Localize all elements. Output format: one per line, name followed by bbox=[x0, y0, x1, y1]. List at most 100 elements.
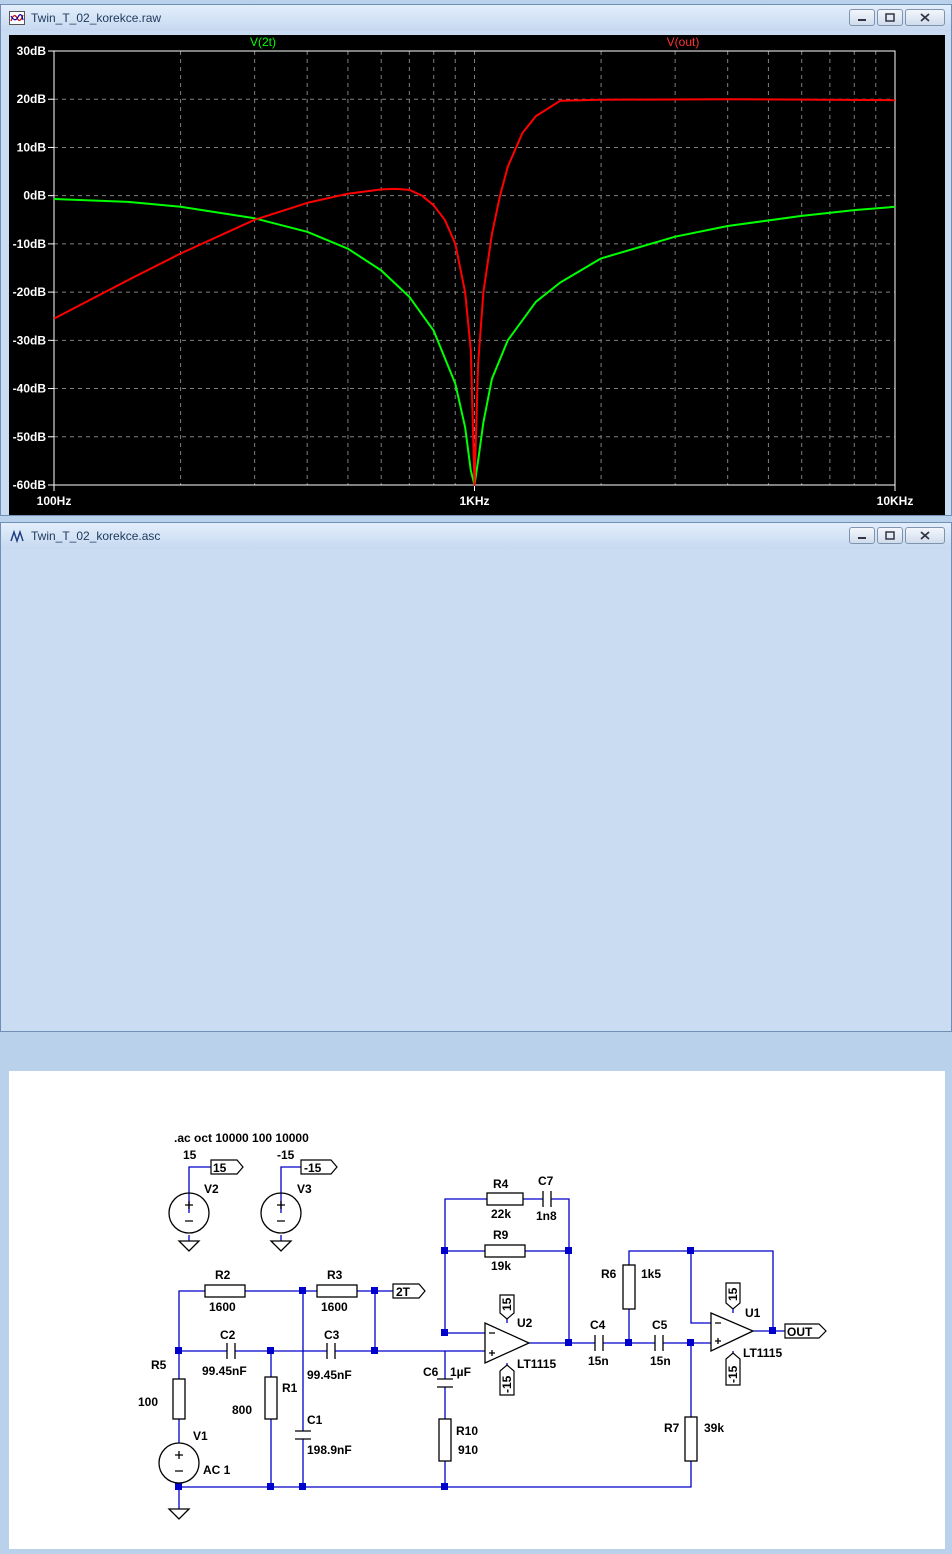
c4-name[interactable]: C4 bbox=[590, 1318, 606, 1332]
close-button[interactable] bbox=[905, 9, 945, 26]
c1-body[interactable] bbox=[295, 1430, 311, 1440]
c7-name[interactable]: C7 bbox=[538, 1174, 554, 1188]
c4-body[interactable] bbox=[594, 1335, 604, 1351]
r7-body[interactable] bbox=[684, 1416, 698, 1462]
r1-value[interactable]: 800 bbox=[232, 1403, 252, 1417]
c5-body[interactable] bbox=[654, 1335, 664, 1351]
v1-value[interactable]: AC 1 bbox=[203, 1463, 231, 1477]
maximize-button[interactable] bbox=[877, 9, 903, 26]
c2-body[interactable] bbox=[226, 1343, 236, 1359]
c2-name[interactable]: C2 bbox=[220, 1328, 236, 1342]
schematic-svg[interactable]: .ac oct 10000 100 10000 15 V2 15 -15 V3 … bbox=[9, 1071, 945, 1549]
r1-body[interactable] bbox=[264, 1376, 278, 1420]
u2-vneg-label[interactable]: -15 bbox=[500, 1375, 514, 1393]
r5-body[interactable] bbox=[172, 1378, 186, 1420]
schematic-window: Twin_T_02_korekce.asc .ac oct 10000 100 … bbox=[0, 522, 952, 1549]
u1-model[interactable]: LT1115 bbox=[743, 1346, 782, 1360]
r5-value[interactable]: 100 bbox=[138, 1395, 158, 1409]
r9-name[interactable]: R9 bbox=[493, 1228, 509, 1242]
r2-name[interactable]: R2 bbox=[215, 1268, 231, 1282]
v3-name[interactable]: V3 bbox=[297, 1182, 312, 1196]
maximize-button[interactable] bbox=[877, 527, 903, 544]
v2-name[interactable]: V2 bbox=[204, 1182, 219, 1196]
c7-body[interactable] bbox=[542, 1191, 552, 1207]
u1-name[interactable]: U1 bbox=[745, 1306, 761, 1320]
y-tick-label: 0dB bbox=[23, 189, 46, 203]
r2-value[interactable]: 1600 bbox=[209, 1300, 236, 1314]
schematic-canvas[interactable]: .ac oct 10000 100 10000 15 V2 15 -15 V3 … bbox=[9, 1071, 945, 1549]
labels: .ac oct 10000 100 10000 15 V2 15 -15 V3 … bbox=[138, 1131, 813, 1477]
c1-value[interactable]: 198.9nF bbox=[307, 1443, 352, 1457]
y-tick-label: 30dB bbox=[17, 44, 47, 58]
r10-name[interactable]: R10 bbox=[456, 1424, 478, 1438]
plot-window-title: Twin_T_02_korekce.raw bbox=[31, 11, 162, 25]
r3-name[interactable]: R3 bbox=[327, 1268, 343, 1282]
u2-model[interactable]: LT1115 bbox=[517, 1357, 556, 1371]
c6-body[interactable] bbox=[437, 1378, 453, 1388]
bode-plot-svg[interactable]: 30dB 20dB 10dB 0dB -10dB -20dB -30dB -40dB -50dB… bbox=[9, 35, 945, 515]
u1-vpos-label[interactable]: 15 bbox=[726, 1287, 740, 1301]
r10-value[interactable]: 910 bbox=[458, 1443, 478, 1457]
r7-value[interactable]: 39k bbox=[704, 1421, 724, 1435]
u2-name[interactable]: U2 bbox=[517, 1316, 533, 1330]
v2-value[interactable]: 15 bbox=[183, 1148, 197, 1162]
net-15-label[interactable]: 15 bbox=[213, 1161, 227, 1175]
v1-name[interactable]: V1 bbox=[193, 1429, 208, 1443]
c2-value[interactable]: 99.45nF bbox=[202, 1364, 247, 1378]
plot-window-titlebar[interactable]: Twin_T_02_korekce.raw bbox=[1, 5, 951, 31]
v1-source[interactable] bbox=[158, 1442, 200, 1484]
plot-background bbox=[9, 35, 945, 515]
c5-name[interactable]: C5 bbox=[652, 1318, 668, 1332]
r7-name[interactable]: R7 bbox=[664, 1421, 680, 1435]
c6-value[interactable]: 1µF bbox=[450, 1365, 471, 1379]
restore-icon bbox=[885, 531, 895, 540]
r1-name[interactable]: R1 bbox=[282, 1381, 298, 1395]
net-neg15-label[interactable]: -15 bbox=[304, 1161, 322, 1175]
x-tick-label: 1KHz bbox=[459, 494, 489, 508]
schematic-icon bbox=[10, 529, 24, 543]
r3-value[interactable]: 1600 bbox=[321, 1300, 348, 1314]
c7-value[interactable]: 1n8 bbox=[536, 1209, 557, 1223]
ac-directive[interactable]: .ac oct 10000 100 10000 bbox=[174, 1131, 309, 1145]
schematic-window-titlebar[interactable]: Twin_T_02_korekce.asc bbox=[1, 523, 951, 549]
y-tick-label: -60dB bbox=[13, 478, 47, 492]
c6-name[interactable]: C6 bbox=[423, 1365, 439, 1379]
v3-value[interactable]: -15 bbox=[277, 1148, 295, 1162]
r9-body[interactable] bbox=[484, 1244, 526, 1258]
r9-value[interactable]: 19k bbox=[491, 1259, 511, 1273]
minimize-icon bbox=[858, 536, 866, 539]
c3-body[interactable] bbox=[326, 1343, 336, 1359]
c3-name[interactable]: C3 bbox=[324, 1328, 340, 1342]
ground-symbols bbox=[167, 1240, 293, 1520]
close-button[interactable] bbox=[905, 527, 945, 544]
minimize-button[interactable] bbox=[849, 527, 875, 544]
legend-vout[interactable]: V(out) bbox=[667, 35, 700, 49]
plot-grid bbox=[53, 50, 895, 486]
c4-value[interactable]: 15n bbox=[588, 1354, 609, 1368]
net-2t-label[interactable]: 2T bbox=[396, 1285, 411, 1299]
wires bbox=[178, 1166, 785, 1509]
r6-name[interactable]: R6 bbox=[601, 1267, 617, 1281]
net-out-label[interactable]: OUT bbox=[787, 1325, 813, 1339]
r3-body[interactable] bbox=[316, 1284, 358, 1298]
bode-plot[interactable]: 30dB 20dB 10dB 0dB -10dB -20dB -30dB -40dB -50dB… bbox=[9, 35, 945, 515]
components bbox=[158, 1191, 755, 1484]
close-icon bbox=[920, 13, 930, 22]
r4-value[interactable]: 22k bbox=[491, 1207, 511, 1221]
c1-name[interactable]: C1 bbox=[307, 1413, 323, 1427]
legend-v2t[interactable]: V(2t) bbox=[250, 35, 276, 49]
r6-value[interactable]: 1k5 bbox=[641, 1267, 661, 1281]
u1-vneg-label[interactable]: -15 bbox=[726, 1365, 740, 1383]
r6-body[interactable] bbox=[622, 1264, 636, 1310]
r5-name[interactable]: R5 bbox=[151, 1358, 167, 1372]
r2-body[interactable] bbox=[204, 1284, 246, 1298]
minimize-button[interactable] bbox=[849, 9, 875, 26]
c3-value[interactable]: 99.45nF bbox=[307, 1368, 352, 1382]
r4-body[interactable] bbox=[486, 1192, 524, 1206]
y-tick-label: -10dB bbox=[13, 237, 47, 251]
r4-name[interactable]: R4 bbox=[493, 1177, 509, 1191]
r10-body[interactable] bbox=[438, 1418, 452, 1462]
minimize-icon bbox=[858, 18, 866, 21]
c5-value[interactable]: 15n bbox=[650, 1354, 671, 1368]
u2-vpos-label[interactable]: 15 bbox=[500, 1297, 514, 1311]
